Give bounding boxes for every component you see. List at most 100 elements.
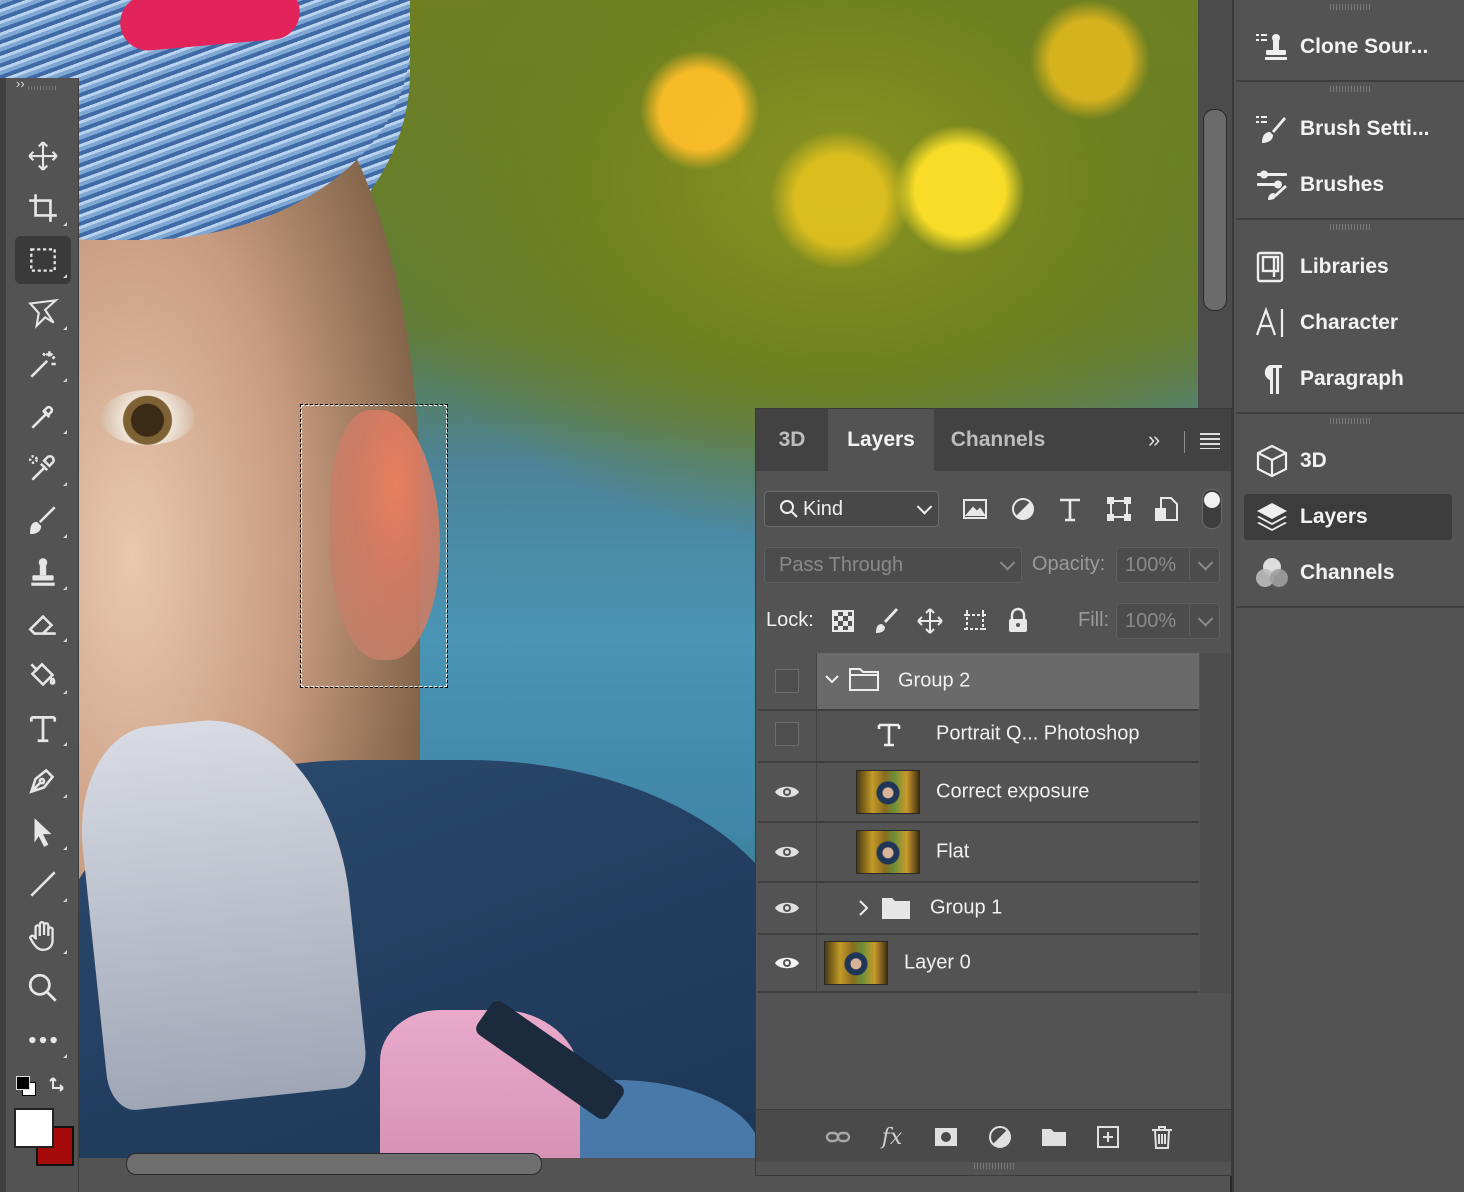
dock-item-paragraph[interactable]: Paragraph bbox=[1244, 356, 1452, 402]
dock-item-layers[interactable]: Layers bbox=[1244, 494, 1452, 540]
dock-item-clone-source[interactable]: Clone Sour... bbox=[1244, 24, 1452, 70]
layer-visibility-toggle[interactable] bbox=[758, 935, 817, 991]
paint-bucket-tool-icon[interactable] bbox=[15, 652, 71, 700]
filter-adjustment-icon[interactable] bbox=[1007, 493, 1039, 525]
layer-row-portrait-text[interactable]: Portrait Q... Photoshop bbox=[758, 707, 1199, 763]
layer-visibility-toggle[interactable] bbox=[758, 763, 817, 821]
layer-row-correct-exposure[interactable]: Correct exposure bbox=[758, 763, 1199, 823]
dock-group-grip[interactable] bbox=[1330, 418, 1370, 424]
filter-toggle-switch[interactable] bbox=[1202, 489, 1222, 529]
layer-thumbnail bbox=[824, 941, 888, 985]
layer-visibility-toggle[interactable] bbox=[758, 707, 817, 761]
spot-healing-brush-tool-icon[interactable] bbox=[15, 444, 71, 492]
eraser-tool-icon[interactable] bbox=[15, 600, 71, 648]
vertical-scroll-thumb[interactable] bbox=[1203, 109, 1227, 311]
chevron-down-icon[interactable] bbox=[824, 671, 840, 687]
layer-row-layer-0[interactable]: Layer 0 bbox=[758, 935, 1199, 993]
lock-image-pixels-icon[interactable] bbox=[871, 605, 903, 637]
line-tool-icon[interactable] bbox=[15, 860, 71, 908]
filter-pixel-icon[interactable] bbox=[959, 493, 991, 525]
lock-artboard-icon[interactable] bbox=[959, 605, 991, 637]
eyedropper-tool-icon[interactable] bbox=[15, 392, 71, 440]
panel-menu-icon[interactable] bbox=[1200, 433, 1220, 449]
chevron-down-icon bbox=[999, 555, 1016, 571]
layer-visibility-toggle[interactable] bbox=[758, 823, 817, 881]
swap-colors-icon[interactable] bbox=[48, 1074, 72, 1098]
eye-icon bbox=[775, 902, 799, 914]
new-layer-icon[interactable] bbox=[1092, 1122, 1124, 1152]
collapse-tools-icon[interactable]: ›› bbox=[16, 76, 25, 91]
layer-row-flat[interactable]: Flat bbox=[758, 823, 1199, 883]
layer-visibility-toggle[interactable] bbox=[758, 883, 817, 933]
clone-stamp-tool-icon[interactable] bbox=[15, 548, 71, 596]
layer-visibility-toggle[interactable] bbox=[758, 653, 817, 709]
fx-icon[interactable]: fx bbox=[876, 1122, 908, 1152]
vertical-scrollbar[interactable] bbox=[1198, 0, 1232, 410]
blend-mode-value: Pass Through bbox=[779, 553, 904, 576]
lock-all-icon[interactable] bbox=[1002, 605, 1034, 637]
search-icon bbox=[780, 500, 798, 518]
rectangular-marquee-tool-icon[interactable] bbox=[15, 236, 71, 284]
dock-item-channels[interactable]: Channels bbox=[1244, 550, 1452, 596]
add-mask-icon[interactable] bbox=[930, 1122, 962, 1152]
opacity-field[interactable]: 100% bbox=[1116, 547, 1220, 583]
path-selection-tool-icon[interactable] bbox=[15, 808, 71, 856]
marquee-selection[interactable] bbox=[300, 404, 448, 688]
horizontal-scroll-thumb[interactable] bbox=[126, 1153, 542, 1175]
lock-transparent-pixels-icon[interactable] bbox=[827, 605, 859, 637]
dock-item-label: Paragraph bbox=[1300, 367, 1404, 390]
pen-tool-icon[interactable] bbox=[15, 756, 71, 804]
lasso-tool-icon[interactable] bbox=[15, 288, 71, 336]
dock-group-grip[interactable] bbox=[1330, 224, 1370, 230]
lock-position-icon[interactable] bbox=[914, 605, 946, 637]
new-adjustment-layer-icon[interactable] bbox=[984, 1122, 1016, 1152]
brushes-icon bbox=[1244, 167, 1300, 203]
folder-icon bbox=[849, 668, 879, 691]
filter-type-icon[interactable] bbox=[1054, 493, 1086, 525]
delete-layer-icon[interactable] bbox=[1146, 1122, 1178, 1152]
hand-tool-icon[interactable] bbox=[15, 912, 71, 960]
filter-shape-icon[interactable] bbox=[1103, 493, 1135, 525]
dock-item-character[interactable]: Character bbox=[1244, 300, 1452, 346]
dock-item-brushes[interactable]: Brushes bbox=[1244, 162, 1452, 208]
link-layers-icon[interactable] bbox=[822, 1122, 854, 1152]
dock-item-label: Channels bbox=[1300, 561, 1395, 584]
magic-wand-tool-icon[interactable] bbox=[15, 340, 71, 388]
type-tool-icon[interactable] bbox=[15, 704, 71, 752]
dock-item-libraries[interactable]: Libraries bbox=[1244, 244, 1452, 290]
dock-item-brush-settings[interactable]: Brush Setti... bbox=[1244, 106, 1452, 152]
tab-3d[interactable]: 3D bbox=[756, 409, 828, 471]
tab-label: Channels bbox=[950, 428, 1046, 451]
filter-smart-object-icon[interactable] bbox=[1151, 493, 1183, 525]
dock-item-3d[interactable]: 3D bbox=[1244, 438, 1452, 484]
foreground-color-swatch[interactable] bbox=[14, 1108, 54, 1148]
hidden-visibility-box bbox=[775, 669, 799, 693]
dock-group-grip[interactable] bbox=[1330, 86, 1370, 92]
blend-mode-select[interactable]: Pass Through bbox=[764, 547, 1022, 583]
dock-group-clone: Clone Sour... bbox=[1236, 0, 1464, 82]
tab-channels[interactable]: Channels bbox=[934, 409, 1062, 471]
panel-resize-grip[interactable] bbox=[974, 1163, 1014, 1169]
zoom-tool-icon[interactable] bbox=[15, 964, 71, 1012]
tab-label: 3D bbox=[778, 428, 806, 451]
expand-panels-icon[interactable]: » bbox=[1148, 427, 1160, 453]
layers-panel-tabs: 3D Layers Channels » bbox=[756, 409, 1231, 471]
layer-filter-kind-select[interactable]: Kind bbox=[764, 491, 939, 527]
layer-row-group-1[interactable]: Group 1 bbox=[758, 883, 1199, 935]
new-group-icon[interactable] bbox=[1038, 1122, 1070, 1152]
chevron-right-icon[interactable] bbox=[856, 899, 870, 917]
layer-row-group-2[interactable]: Group 2 bbox=[758, 653, 1199, 711]
layers-list: Group 2 Portrait Q... Photoshop Correct … bbox=[756, 653, 1231, 993]
crop-tool-icon[interactable] bbox=[15, 184, 71, 232]
default-colors-icon[interactable] bbox=[16, 1076, 38, 1098]
chevron-down-icon bbox=[1197, 611, 1214, 627]
chevron-down-icon bbox=[1197, 555, 1214, 571]
tab-layers[interactable]: Layers bbox=[828, 409, 934, 471]
layer-name: Group 1 bbox=[930, 896, 1003, 919]
fill-field[interactable]: 100% bbox=[1116, 603, 1220, 639]
move-tool-icon[interactable] bbox=[15, 132, 71, 180]
dock-group-grip[interactable] bbox=[1330, 4, 1370, 10]
brush-tool-icon[interactable] bbox=[15, 496, 71, 544]
more-tools-icon[interactable] bbox=[15, 1016, 71, 1064]
opacity-divider bbox=[1189, 550, 1190, 580]
